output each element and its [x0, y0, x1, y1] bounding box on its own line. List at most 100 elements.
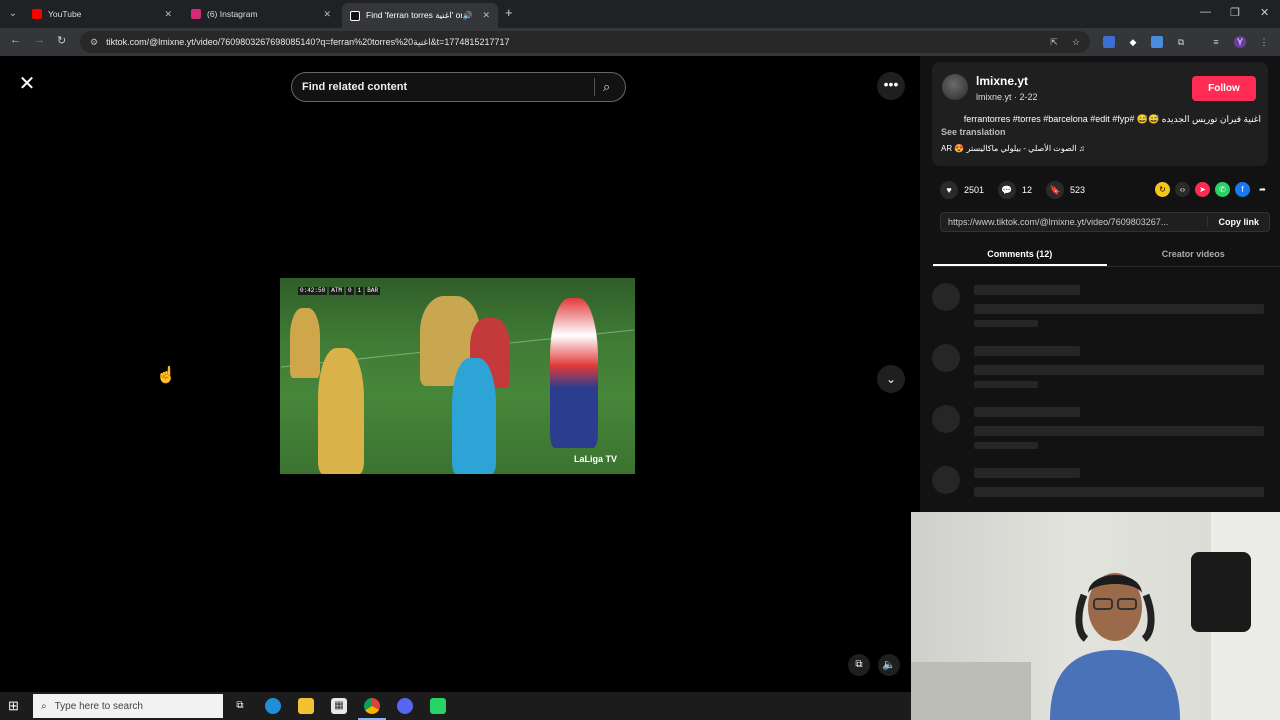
skeleton-line [974, 468, 1080, 478]
comment-icon[interactable]: 💬 [998, 181, 1017, 199]
referee-figure [452, 358, 496, 474]
share-link-box: https://www.tiktok.com/@lmixne.yt/video/… [940, 212, 1270, 232]
follow-button[interactable]: Follow [1192, 76, 1256, 101]
address-bar[interactable]: ⚙ tiktok.com/@lmixne.yt/video/7609803267… [80, 31, 1090, 53]
music-link[interactable]: ♫ الصوت الأصلي - بيلولي ماكاليستر 😍 AR [941, 144, 1085, 153]
back-icon[interactable]: ← [10, 34, 21, 46]
browser-tab-bar: ⌄ YouTube ✕ (6) Instagram ✕ Find 'ferran… [0, 0, 1280, 28]
like-count: 2501 [964, 185, 985, 195]
share-link-url[interactable]: https://www.tiktok.com/@lmixne.yt/video/… [948, 217, 1207, 227]
new-tab-icon[interactable]: + [505, 5, 513, 20]
embed-code-icon[interactable]: ‹› [1175, 182, 1190, 197]
close-window-icon[interactable]: ✕ [1260, 6, 1269, 19]
scorebug-home-score: 0 [346, 287, 354, 295]
search-icon[interactable]: ⌕ [603, 79, 625, 95]
translate-extension-icon[interactable] [1103, 36, 1115, 48]
volume-icon[interactable]: 🔈 [878, 654, 900, 676]
tab-youtube[interactable]: YouTube ✕ [24, 3, 180, 25]
see-translation-link[interactable]: See translation [941, 127, 1006, 137]
browser-toolbar: ← → ↻ ⚙ tiktok.com/@lmixne.yt/video/7609… [0, 28, 1280, 56]
comment-skeleton [932, 466, 1268, 512]
tab-creator-videos[interactable]: Creator videos [1107, 245, 1280, 266]
tab-search-icon[interactable]: ⌄ [4, 5, 22, 23]
diamond-extension-icon[interactable]: ◆ [1127, 36, 1139, 48]
share-icons: ↻ ‹› ➤ ✆ f ➦ [1155, 182, 1270, 197]
skeleton-avatar [932, 344, 960, 372]
restore-icon[interactable]: ❐ [1230, 6, 1240, 19]
profile-avatar-icon[interactable]: Y [1234, 36, 1246, 48]
avatar[interactable] [942, 74, 968, 100]
related-search-input[interactable] [302, 81, 594, 93]
share-arrow-icon[interactable]: ➦ [1255, 182, 1270, 197]
facebook-icon[interactable]: f [1235, 182, 1250, 197]
comment-skeleton [932, 283, 1268, 329]
close-icon[interactable]: ✕ [164, 9, 172, 20]
video-description: اغنية فيران توريس الجديده 😅😅 #ferrantorr… [963, 114, 1261, 124]
music-title[interactable]: الصوت الأصلي - بيلولي ماكاليستر 😍 AR [941, 144, 1077, 153]
forward-icon[interactable]: → [34, 34, 45, 46]
author-username[interactable]: lmixne.yt [976, 74, 1028, 88]
store-icon[interactable]: ▦ [331, 698, 347, 714]
whatsapp-icon[interactable]: ✆ [1215, 182, 1230, 197]
comment-count: 12 [1022, 185, 1033, 195]
task-view-icon[interactable]: ⧉ [232, 698, 248, 714]
close-icon[interactable]: ✕ [482, 10, 490, 21]
taskbar-search-input[interactable] [54, 700, 205, 712]
url-text[interactable]: tiktok.com/@lmixne.yt/video/760980326769… [106, 37, 509, 48]
discord-icon[interactable] [397, 698, 413, 714]
video-frame[interactable]: 0:42:50 ATM 0 1 BAR LaLiga TV [280, 278, 635, 474]
search-icon: ⌕ [41, 700, 47, 712]
chrome-icon[interactable] [364, 698, 380, 714]
author-nickname-date: lmixne.yt · 2-22 [976, 92, 1038, 102]
repost-icon[interactable]: ↻ [1155, 182, 1170, 197]
site-info-icon[interactable]: ⚙ [90, 37, 98, 48]
next-video-chevron-down-icon[interactable]: ⌄ [877, 365, 905, 393]
bookmark-icon[interactable]: 🔖 [1046, 181, 1065, 199]
more-options-button[interactable]: ••• [877, 72, 905, 100]
cam-furniture [911, 662, 1031, 720]
search-divider [594, 78, 595, 96]
tab-instagram[interactable]: (6) Instagram ✕ [183, 3, 339, 25]
file-explorer-icon[interactable] [298, 698, 314, 714]
extensions-puzzle-icon[interactable]: ⧉ [1175, 36, 1187, 48]
cam-chair [1191, 552, 1251, 632]
screenshot-extension-icon[interactable] [1151, 36, 1163, 48]
save-count: 523 [1070, 185, 1086, 195]
kebab-menu-icon[interactable]: ⋮ [1258, 36, 1270, 48]
app-icon[interactable] [430, 698, 446, 714]
close-icon[interactable]: ✕ [323, 9, 331, 20]
tab-tiktok[interactable]: Find 'ferran torres اغنية' on 🔊 ✕ [342, 3, 498, 28]
bookmark-star-icon[interactable]: ☆ [1070, 36, 1082, 48]
scorebug-away-score: 1 [355, 287, 364, 295]
windows-taskbar: ⊞ ⌕ ⧉ ▦ [0, 692, 911, 720]
copy-link-button[interactable]: Copy link [1207, 217, 1269, 227]
tab-comments[interactable]: Comments (12) [933, 245, 1107, 266]
skeleton-line [974, 407, 1080, 417]
taskbar-search: ⌕ [33, 694, 223, 718]
minimize-icon[interactable]: — [1200, 6, 1211, 18]
send-to-friends-icon[interactable]: ➤ [1195, 182, 1210, 197]
picture-in-picture-icon[interactable]: ⧉ [848, 654, 870, 676]
related-search-bar: ⌕ [291, 72, 626, 102]
panel-tabs: Comments (12) Creator videos [933, 245, 1280, 267]
skeleton-avatar [932, 405, 960, 433]
tab-title: YouTube [48, 9, 82, 19]
windows-start-icon[interactable]: ⊞ [8, 698, 19, 714]
comment-skeleton [932, 344, 1268, 390]
skeleton-line [974, 285, 1080, 295]
author-card: lmixne.yt lmixne.yt · 2-22 Follow اغنية … [932, 62, 1268, 166]
tab-title: (6) Instagram [207, 9, 258, 19]
edge-icon[interactable] [265, 698, 281, 714]
reload-icon[interactable]: ↻ [57, 34, 66, 47]
close-video-button[interactable]: ✕ [15, 72, 39, 96]
skeleton-line [974, 365, 1264, 375]
media-controls-icon[interactable]: ≡ [1210, 36, 1222, 48]
install-app-icon[interactable]: ⇱ [1048, 36, 1060, 48]
skeleton-line [974, 487, 1264, 497]
skeleton-line [974, 346, 1080, 356]
audio-playing-icon[interactable]: 🔊 [462, 11, 472, 20]
skeleton-line [974, 442, 1038, 449]
heart-icon[interactable]: ♥ [940, 181, 958, 199]
scorebug: 0:42:50 ATM 0 1 BAR [298, 287, 381, 295]
scorebug-home: ATM [329, 287, 345, 295]
